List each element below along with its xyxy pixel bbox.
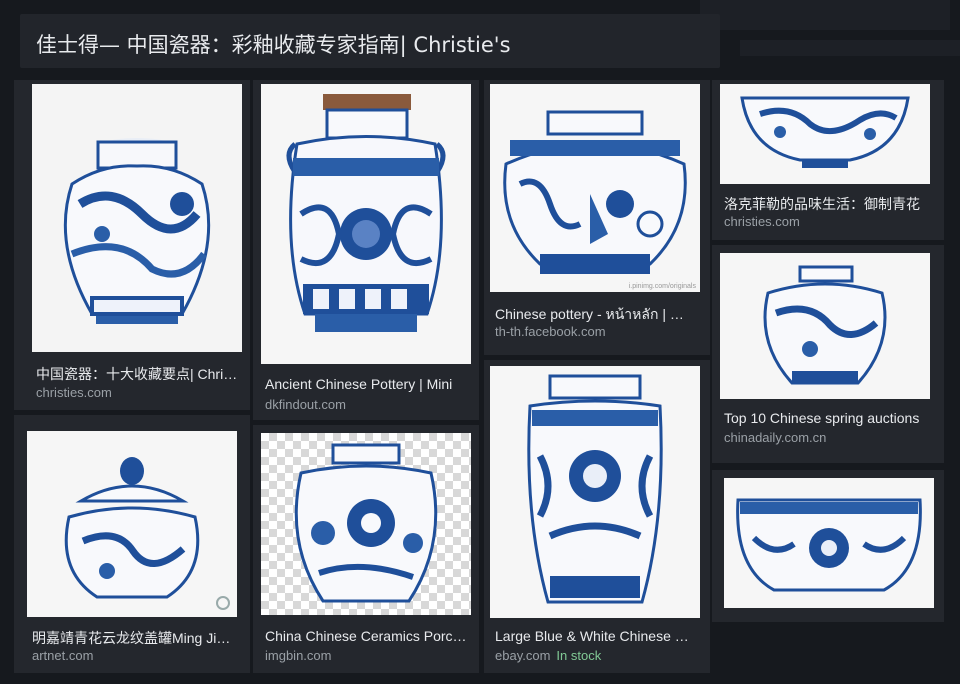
image-result-card[interactable]: 洛克菲勒的品味生活：御制青花 christies.com — [712, 80, 944, 240]
vase-thumbnail[interactable] — [261, 433, 471, 615]
checker-jar-image — [294, 443, 438, 603]
dragon-jar-image — [32, 84, 242, 352]
result-title[interactable]: 明嘉靖青花云龙纹盖罐Ming Jiajing — [32, 628, 236, 648]
lidded-jar-image — [27, 431, 237, 617]
result-title[interactable]: 中国瓷器：十大收藏要点| Christie's — [36, 364, 240, 384]
image-result-card[interactable]: 明嘉靖青花云龙纹盖罐Ming Jiajing artnet.com — [14, 415, 250, 673]
result-title[interactable]: 洛克菲勒的品味生活：御制青花 — [724, 194, 924, 214]
bg-strip — [700, 0, 950, 30]
image-result-card[interactable]: Top 10 Chinese spring auctions chinadail… — [712, 245, 944, 463]
result-source[interactable]: christies.com — [724, 214, 800, 229]
page-title: 佳士得— 中国瓷器：彩釉收藏专家指南| Christie's — [36, 33, 511, 57]
result-source[interactable]: christies.com — [36, 385, 112, 400]
result-title[interactable]: Ancient Chinese Pottery | Mini — [265, 376, 465, 392]
page-title-bar: 佳士得— 中国瓷器：彩釉收藏专家指南| Christie's — [20, 14, 720, 68]
vase-thumbnail[interactable] — [490, 366, 700, 618]
result-title[interactable]: Top 10 Chinese spring auctions — [724, 410, 924, 426]
wide-jar-image — [724, 478, 934, 608]
bg-strip — [740, 40, 960, 56]
result-source[interactable]: imgbin.com — [265, 648, 331, 663]
figure-jar-image — [490, 84, 700, 292]
result-source[interactable]: dkfindout.com — [265, 397, 346, 412]
lotus-jar-image — [261, 84, 471, 364]
image-result-card[interactable] — [712, 470, 944, 622]
image-result-card[interactable]: Ancient Chinese Pottery | Mini dkfindout… — [253, 80, 479, 420]
result-title[interactable]: Chinese pottery - หน้าหลัก | Facebook — [495, 304, 691, 326]
dragon-jar-small-image — [720, 253, 930, 399]
image-result-card[interactable]: Large Blue & White Chinese Vase ebay.com… — [484, 360, 710, 673]
vase-thumbnail[interactable] — [724, 478, 934, 608]
vase-thumbnail[interactable]: i.pinimg.com/originals — [490, 84, 700, 292]
result-title[interactable]: China Chinese Ceramics Porcelain — [265, 628, 469, 644]
vase-thumbnail[interactable] — [32, 84, 242, 352]
vase-thumbnail[interactable] — [261, 84, 471, 364]
result-source[interactable]: artnet.com — [32, 648, 93, 663]
result-source-domain: ebay.com — [495, 648, 551, 663]
image-result-card[interactable]: i.pinimg.com/originals Chinese pottery -… — [484, 80, 710, 355]
result-source[interactable]: th-th.facebook.com — [495, 324, 606, 339]
result-source[interactable]: chinadaily.com.cn — [724, 430, 826, 445]
dragon-bowl-image — [720, 84, 930, 184]
image-result-card[interactable]: 中国瓷器：十大收藏要点| Christie's christies.com — [14, 80, 250, 410]
image-watermark: i.pinimg.com/originals — [628, 283, 696, 290]
result-source[interactable]: ebay.com In stock — [495, 648, 601, 663]
tall-vase-image — [490, 366, 700, 618]
stock-badge: In stock — [556, 648, 602, 663]
image-result-card[interactable]: China Chinese Ceramics Porcelain imgbin.… — [253, 425, 479, 673]
result-title[interactable]: Large Blue & White Chinese Vase — [495, 628, 695, 644]
vase-thumbnail[interactable] — [27, 431, 237, 617]
vase-thumbnail[interactable] — [720, 253, 930, 399]
vase-thumbnail[interactable] — [720, 84, 930, 184]
